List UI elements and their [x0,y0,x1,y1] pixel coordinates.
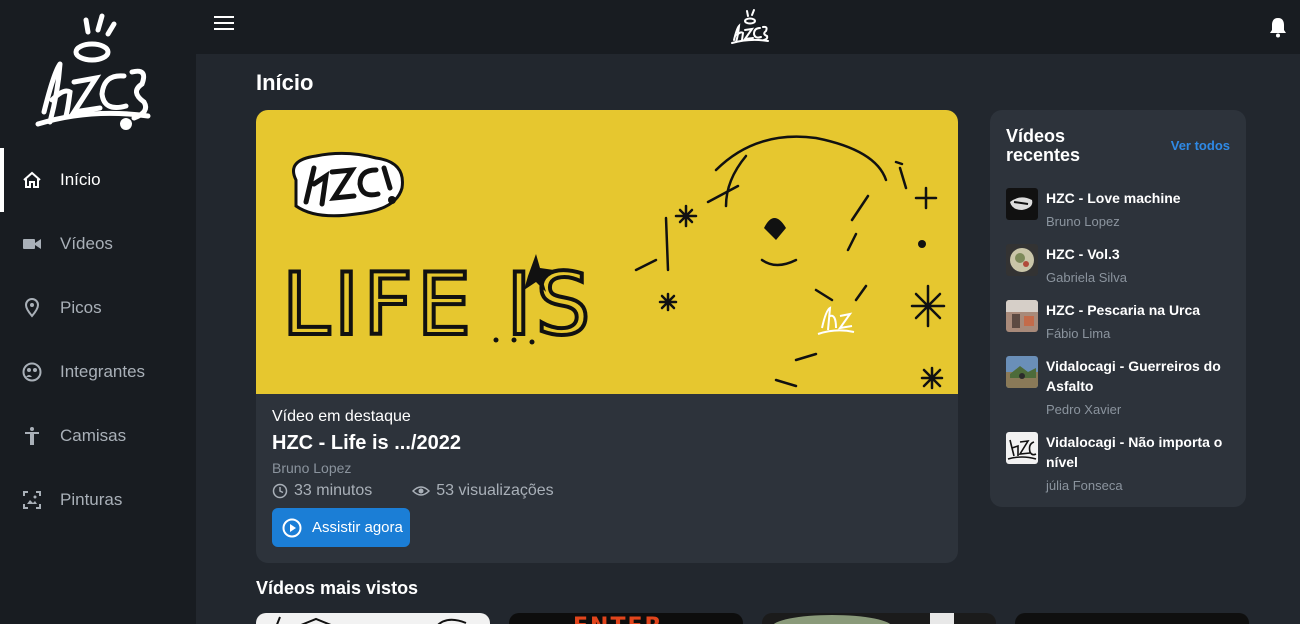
sidebar-nav: Início Vídeos Picos Integrantes Camisas [0,148,196,532]
recent-video-item[interactable]: Vidalocagi - Não importa o nível júlia F… [1006,432,1236,498]
watch-now-button[interactable]: Assistir agora [272,508,410,547]
recent-video-item[interactable]: HZC - Love machine Bruno Lopez [1006,188,1236,234]
hamburger-menu-icon[interactable] [214,16,234,36]
bell-icon[interactable] [1268,16,1288,38]
sidebar: Início Vídeos Picos Integrantes Camisas [0,0,196,624]
featured-author: Bruno Lopez [272,460,352,476]
page-title: Início [256,70,314,95]
recent-video-item[interactable]: HZC - Pescaria na Urca Fábio Lima [1006,300,1236,346]
video-thumbnail [1006,300,1038,332]
person-icon [22,426,42,446]
most-viewed-title: Vídeos mais vistos [256,578,419,598]
watch-now-label: Assistir agora [312,519,403,536]
sidebar-item-label: Integrantes [60,362,146,381]
recent-video-title: Vidalocagi - Guerreiros do Asfalto [1046,358,1221,394]
sidebar-item-label: Pinturas [60,490,123,509]
recent-video-title: HZC - Love machine [1046,190,1181,206]
featured-video-thumbnail[interactable]: LIFE IS [256,110,958,394]
hzc-logo-small[interactable] [728,8,772,48]
clock-icon [272,483,288,499]
play-circle-icon [282,518,302,537]
most-viewed-thumbnail[interactable] [1015,613,1249,624]
sidebar-item-label: Vídeos [60,234,113,253]
hzc-logo[interactable] [30,12,160,138]
sidebar-item-videos[interactable]: Vídeos [0,212,196,276]
recent-videos-title: Vídeos recentes [1006,126,1081,165]
group-icon [22,362,42,382]
sidebar-item-camisas[interactable]: Camisas [0,404,196,468]
recent-video-item[interactable]: Vidalocagi - Guerreiros do Asfalto Pedro… [1006,356,1236,422]
sidebar-item-pinturas[interactable]: Pinturas [0,468,196,532]
recent-video-author: Bruno Lopez [1046,214,1120,229]
recent-video-author: júlia Fonseca [1046,478,1123,493]
featured-video-card: LIFE IS Vídeo em destaque HZC - Life is … [256,110,958,563]
map-pin-icon [22,298,42,318]
video-camera-icon [22,234,42,254]
sidebar-item-label: Picos [60,298,102,317]
video-thumbnail [1006,432,1038,464]
eye-icon [412,486,431,496]
home-icon [22,170,42,190]
recent-video-author: Pedro Xavier [1046,402,1122,417]
most-viewed-thumbnail[interactable] [256,613,490,624]
featured-views: 53 visualizações [436,482,554,499]
sidebar-item-picos[interactable]: Picos [0,276,196,340]
video-thumbnail [1006,244,1038,276]
sidebar-item-integrantes[interactable]: Integrantes [0,340,196,404]
sidebar-item-inicio[interactable]: Início [0,148,196,212]
recent-video-title: HZC - Pescaria na Urca [1046,302,1201,318]
top-bar [196,0,1300,54]
most-viewed-thumbnail[interactable] [762,613,996,624]
video-thumbnail [1006,188,1038,220]
most-viewed-thumbnail[interactable]: ENTER [509,613,743,624]
recent-video-title: Vidalocagi - Não importa o nível [1046,434,1223,470]
most-viewed-row: ENTER [256,613,1249,624]
sidebar-item-label: Início [60,170,101,189]
recent-videos-panel: Vídeos recentes Ver todos HZC - Love mac… [990,110,1246,507]
see-all-link[interactable]: Ver todos [1171,138,1230,153]
most-viewed-thumb-text: ENTER [573,614,663,624]
image-icon [22,490,42,510]
recent-video-author: Fábio Lima [1046,326,1111,341]
recent-video-title: HZC - Vol.3 [1046,246,1120,262]
featured-duration: 33 minutos [294,482,373,499]
video-thumbnail [1006,356,1038,388]
featured-kicker: Vídeo em destaque [272,408,411,425]
sidebar-item-label: Camisas [60,426,127,445]
recent-video-item[interactable]: HZC - Vol.3 Gabriela Silva [1006,244,1236,290]
featured-meta: 33 minutos 53 visualizações [272,482,554,500]
recent-video-author: Gabriela Silva [1046,270,1127,285]
featured-title[interactable]: HZC - Life is .../2022 [272,432,461,455]
